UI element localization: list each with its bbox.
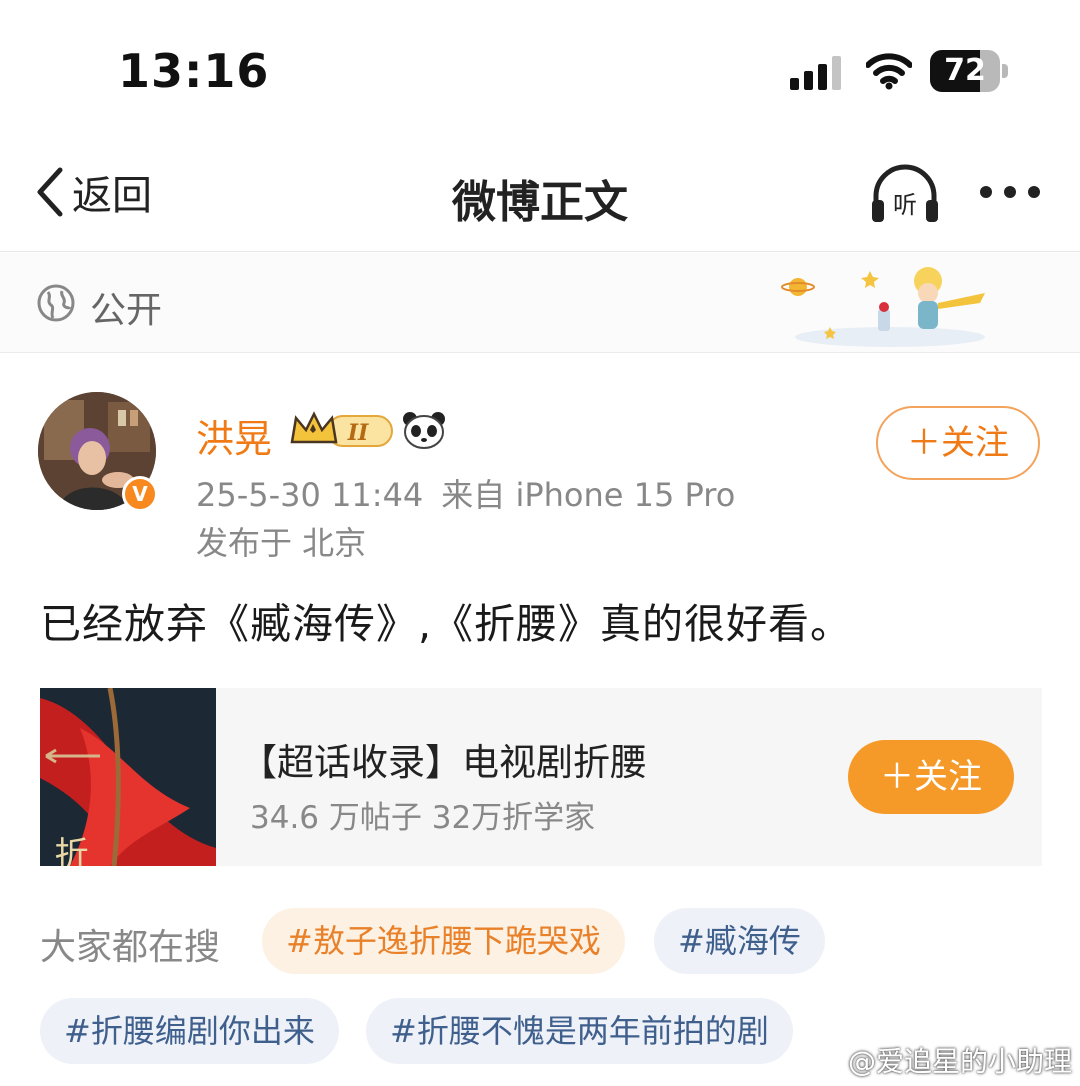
supertopic-cover: 折腰 (40, 688, 216, 866)
nav-bar: 返回 微博正文 听 (0, 140, 1080, 252)
hot-search-tag[interactable]: #臧海传 (654, 908, 825, 974)
post-source: 来自 iPhone 15 Pro (441, 476, 736, 514)
status-time: 13:16 (118, 44, 270, 98)
headphones-icon: 听 (872, 164, 938, 222)
post-text: 已经放弃《臧海传》,《折腰》真的很好看。 (40, 600, 853, 648)
hot-search-tag[interactable]: #折腰编剧你出来 (40, 998, 339, 1064)
follow-supertopic-button[interactable]: ＋关注 (848, 740, 1014, 814)
post-meta: 25-5-30 11:44 来自 iPhone 15 Pro (196, 470, 735, 516)
level-badge-label: II (347, 420, 369, 446)
battery-indicator: 72 (930, 50, 1008, 92)
hot-search-tag[interactable]: #折腰不愧是两年前拍的剧 (366, 998, 793, 1064)
watermark: @爱追星的小助理 (808, 1040, 1072, 1080)
weibo-logo-icon (808, 1048, 843, 1074)
supertopic-stats: 34.6 万帖子 32万折学家 (250, 800, 596, 836)
globe-icon (37, 284, 75, 322)
hot-search-tag[interactable]: #敖子逸折腰下跪哭戏 (262, 908, 625, 974)
little-prince-decoration (781, 267, 985, 347)
follow-author-button[interactable]: ＋关注 (876, 406, 1040, 480)
post-location: 发布于 北京 (196, 524, 367, 562)
post-timestamp: 25-5-30 11:44 (196, 476, 424, 514)
status-bar: 13:16 72 (0, 0, 1080, 140)
hot-search-label: 大家都在搜 (40, 927, 221, 968)
supertopic-title: 【超话收录】电视剧折腰 (240, 741, 647, 784)
supertopic-card[interactable]: 折腰 【超话收录】电视剧折腰 34.6 万帖子 32万折学家 ＋关注 (40, 688, 1042, 866)
visibility-row: 公开 (0, 253, 1080, 353)
verified-badge: V (122, 476, 158, 512)
listen-label: 听 (893, 191, 917, 219)
more-options-icon[interactable] (978, 184, 1042, 200)
listen-button[interactable]: 听 (868, 162, 942, 226)
watermark-text: @爱追星的小助理 (848, 1045, 1073, 1078)
cover-title: 折腰 (48, 836, 88, 866)
battery-percent: 72 (944, 53, 986, 88)
visibility-label: 公开 (90, 290, 163, 331)
cellular-signal-icon (790, 56, 841, 90)
crown-level-badge-icon: II (290, 411, 393, 447)
panda-icon (403, 412, 445, 449)
wifi-icon (866, 53, 912, 90)
author-name[interactable]: 洪晃 (196, 408, 272, 463)
